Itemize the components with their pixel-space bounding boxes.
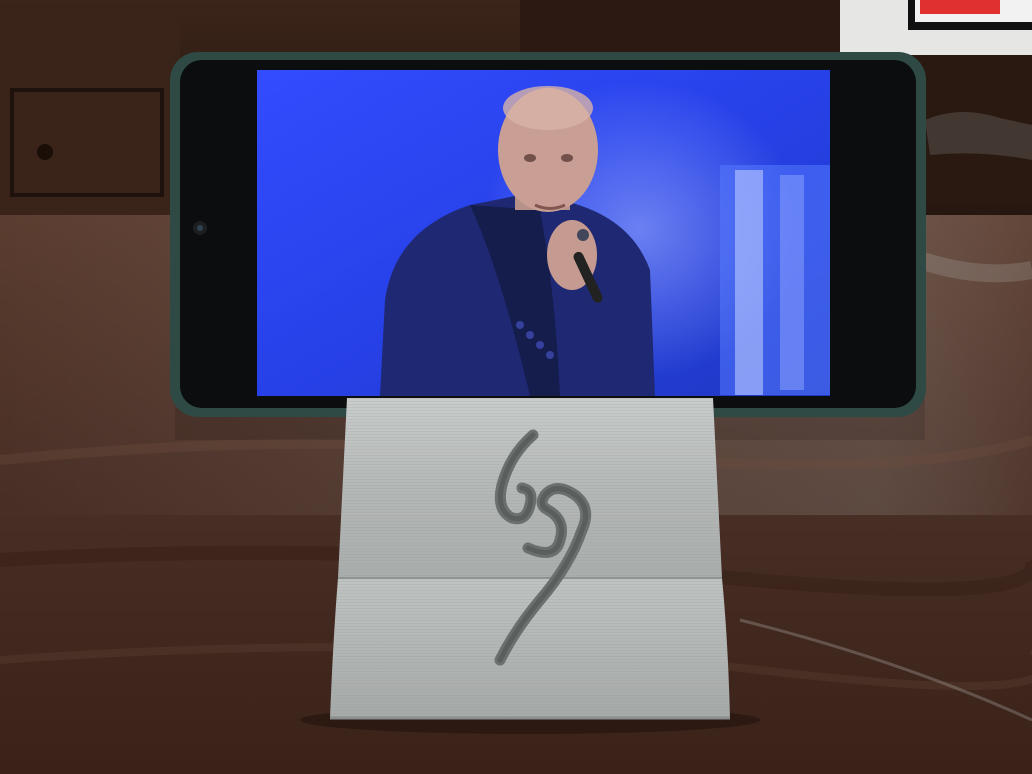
tv-set (908, 0, 1032, 30)
photo-scene (0, 0, 1032, 774)
phone-stand (300, 398, 760, 734)
tv-red-banner (920, 0, 1000, 14)
phone (170, 52, 926, 417)
cabinet-knob (37, 144, 53, 160)
scene-illustration (0, 0, 1032, 774)
cabinet-door (0, 20, 180, 220)
